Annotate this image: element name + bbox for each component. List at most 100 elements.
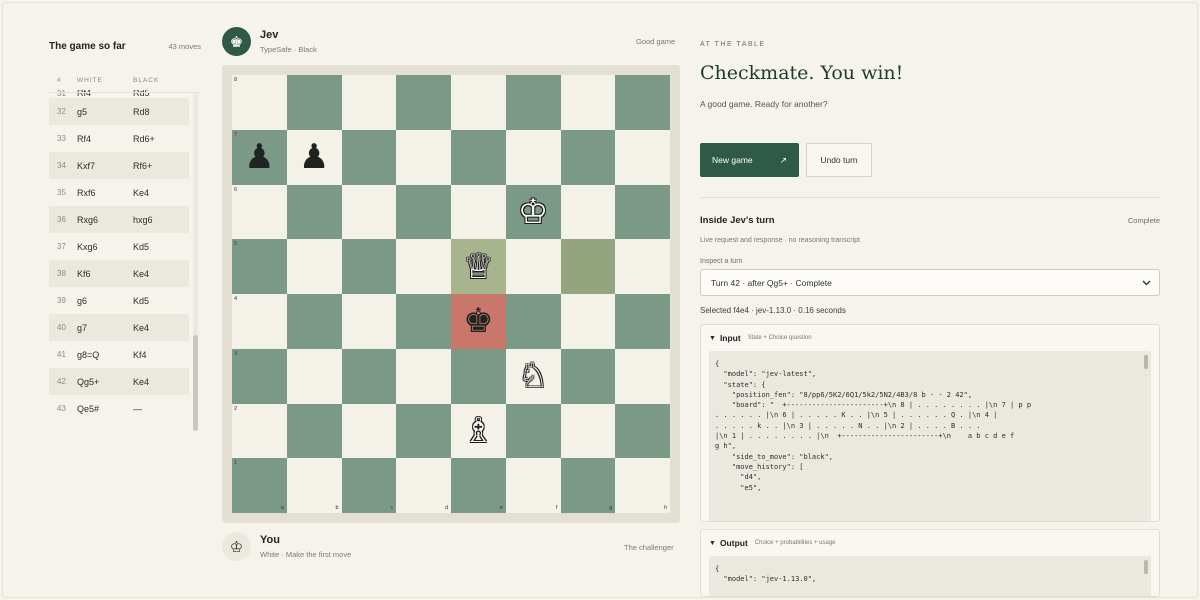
square-f2[interactable] [505, 403, 561, 459]
turn-select[interactable]: Turn 42 · after Qg5+ · Complete [700, 269, 1160, 296]
piece-white-f3[interactable]: ♘ [518, 359, 548, 393]
square-g2[interactable] [560, 403, 616, 459]
output-code-block[interactable]: { "model": "jev-1.13.0", [709, 556, 1151, 596]
table-row[interactable]: 41 g8=Q Kf4 [49, 341, 189, 368]
piece-white-e2[interactable]: ♗ [463, 414, 493, 448]
code-scrollbar[interactable] [1144, 355, 1148, 369]
input-code-block[interactable]: { "model": "jev-latest", "state": { "pos… [709, 351, 1151, 521]
square-c2[interactable] [341, 403, 397, 459]
square-h2[interactable] [615, 403, 670, 459]
piece-black-b7[interactable]: ♟ [299, 140, 329, 174]
undo-turn-button[interactable]: Undo turn [806, 143, 872, 177]
square-f5[interactable] [505, 239, 561, 294]
table-row[interactable]: 39 g6 Kd5 [49, 287, 189, 314]
square-c8[interactable] [341, 75, 397, 130]
square-e5[interactable]: ♕ [451, 239, 506, 294]
square-a8[interactable]: 8 [232, 75, 287, 130]
square-a6[interactable]: 6 [232, 184, 287, 240]
square-e6[interactable] [451, 184, 506, 240]
input-toggle[interactable]: ▼ Input State + Choice question [701, 325, 1159, 351]
square-f3[interactable]: ♘ [505, 348, 561, 404]
square-b4[interactable] [286, 294, 342, 349]
table-row[interactable]: 37 Kxg6 Kd5 [49, 233, 189, 260]
square-h5[interactable] [615, 239, 670, 294]
square-d1[interactable]: d [396, 458, 451, 513]
square-b8[interactable] [286, 75, 342, 130]
new-game-button[interactable]: New game ↗ [700, 143, 799, 177]
square-a7[interactable]: 7 ♟ [232, 129, 287, 185]
move-list-scrollbar-thumb[interactable] [193, 335, 198, 431]
square-c6[interactable] [341, 184, 397, 240]
square-g1[interactable]: g [560, 458, 616, 513]
square-b1[interactable]: b [286, 458, 342, 513]
square-h7[interactable] [615, 129, 670, 185]
table-row[interactable]: 32 g5 Rd8 [49, 98, 189, 125]
user-name: You [260, 534, 280, 546]
square-f6[interactable]: ♔ [505, 184, 561, 240]
square-f7[interactable] [505, 129, 561, 185]
square-c3[interactable] [341, 348, 397, 404]
white-move: Rxf6 [77, 187, 96, 198]
square-e4[interactable]: ♚ [451, 294, 506, 349]
square-a1[interactable]: 1a [232, 458, 287, 513]
square-d6[interactable] [396, 184, 451, 240]
square-d4[interactable] [396, 294, 451, 349]
table-row[interactable]: 43 Qe5# — [49, 395, 189, 422]
table-row[interactable]: 35 Rxf6 Ke4 [49, 179, 189, 206]
square-b7[interactable]: ♟ [286, 129, 342, 185]
square-g6[interactable] [560, 184, 616, 240]
piece-white-e5[interactable]: ♕ [463, 250, 493, 284]
square-h8[interactable] [615, 75, 670, 130]
square-e1[interactable]: e [451, 458, 506, 513]
square-a5[interactable]: 5 [232, 239, 287, 294]
square-h4[interactable] [615, 294, 670, 349]
square-f4[interactable] [505, 294, 561, 349]
table-row[interactable]: 36 Rxg6 hxg6 [49, 206, 189, 233]
square-a3[interactable]: 3 [232, 348, 287, 404]
square-g3[interactable] [560, 348, 616, 404]
square-e7[interactable] [451, 129, 506, 185]
square-f8[interactable] [505, 75, 561, 130]
square-e8[interactable] [451, 75, 506, 130]
square-h6[interactable] [615, 184, 670, 240]
square-h3[interactable] [615, 348, 670, 404]
square-d2[interactable] [396, 403, 451, 459]
caret-down-icon: ▼ [709, 334, 716, 342]
square-c5[interactable] [341, 239, 397, 294]
square-b2[interactable] [286, 403, 342, 459]
square-a2[interactable]: 2 [232, 403, 287, 459]
square-g5[interactable] [560, 239, 616, 294]
square-e3[interactable] [451, 348, 506, 404]
black-move: Ke4 [133, 322, 150, 333]
table-row[interactable]: 42 Qg5+ Ke4 [49, 368, 189, 395]
square-b6[interactable] [286, 184, 342, 240]
output-toggle[interactable]: ▼ Output Choice + probabilities + usage [701, 530, 1159, 556]
square-d8[interactable] [396, 75, 451, 130]
square-e2[interactable]: ♗ [451, 403, 506, 459]
table-row[interactable]: 33 Rf4 Rd6+ [49, 125, 189, 152]
square-g4[interactable] [560, 294, 616, 349]
square-c1[interactable]: c [341, 458, 397, 513]
square-c4[interactable] [341, 294, 397, 349]
table-row[interactable]: 40 g7 Ke4 [49, 314, 189, 341]
square-f1[interactable]: f [505, 458, 561, 513]
square-d5[interactable] [396, 239, 451, 294]
square-b5[interactable] [286, 239, 342, 294]
piece-white-f6[interactable]: ♔ [518, 195, 548, 229]
chess-board[interactable]: 8 7 ♟ ♟ 6 ♔ 5 ♕ 4 ♚ 3 ♘ 2 ♗ 1 a b c d e f g h [232, 75, 670, 513]
code-scrollbar[interactable] [1144, 560, 1148, 574]
move-list[interactable]: 31 Rf4 Rd5 32 g5 Rd8 33 Rf4 Rd6+ 34 Kxf7 Rf6+ 35 R… [49, 90, 189, 430]
table-row[interactable]: 38 Kf6 Ke4 [49, 260, 189, 287]
square-d7[interactable] [396, 129, 451, 185]
square-b3[interactable] [286, 348, 342, 404]
piece-black-e4[interactable]: ♚ [463, 304, 493, 338]
square-c7[interactable] [341, 129, 397, 185]
square-a4[interactable]: 4 [232, 294, 287, 349]
square-d3[interactable] [396, 348, 451, 404]
square-g8[interactable] [560, 75, 616, 130]
piece-black-a7[interactable]: ♟ [244, 140, 274, 174]
user-player: ♔ You White · Make the first move [222, 532, 351, 561]
square-h1[interactable]: h [615, 458, 670, 513]
table-row[interactable]: 34 Kxf7 Rf6+ [49, 152, 189, 179]
square-g7[interactable] [560, 129, 616, 185]
